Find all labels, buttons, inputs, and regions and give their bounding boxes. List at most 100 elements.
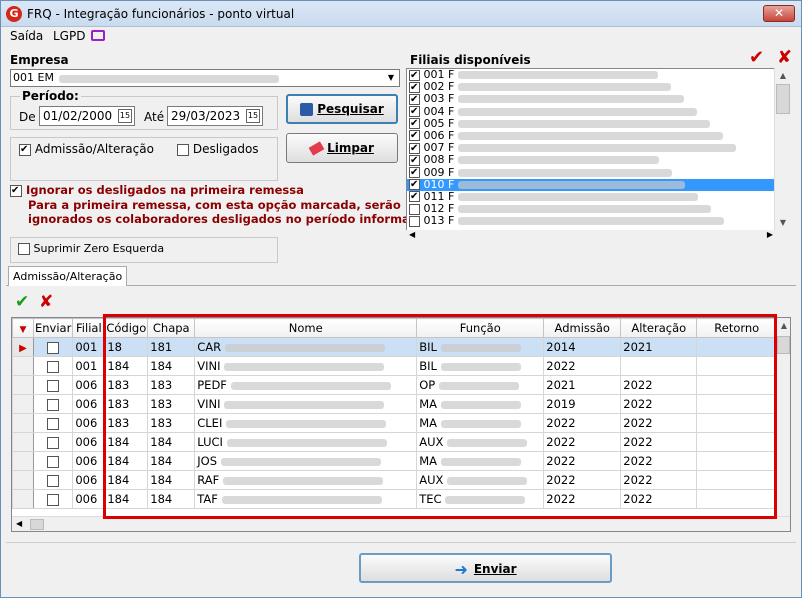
cell-filial[interactable]: 006 <box>72 470 106 490</box>
table-row[interactable]: 006 183 183 CLEI MA 2022 2022 <box>12 413 778 433</box>
scroll-up-icon[interactable]: ▲ <box>775 68 791 84</box>
table-row[interactable]: 006 183 183 VINI MA 2019 2022 <box>12 394 778 414</box>
cell-funcao[interactable]: BIL <box>416 356 545 376</box>
cell-nome[interactable]: LUCI <box>194 432 418 452</box>
check-all-icon[interactable]: ✔ <box>749 47 764 68</box>
cell-nome[interactable]: PEDF <box>194 375 418 395</box>
checkbox-unchecked[interactable] <box>177 143 189 156</box>
cell-nome[interactable]: CAR <box>194 337 418 357</box>
filial-list-item[interactable]: 004 F <box>407 105 775 118</box>
close-button[interactable]: ✕ <box>763 5 795 22</box>
cell-alteracao[interactable]: 2022 <box>620 394 698 414</box>
cell-retorno[interactable] <box>696 375 778 395</box>
filial-list-item[interactable]: 011 F <box>407 190 775 203</box>
filiais-list[interactable]: 001 F 002 F 003 F 004 F 005 F 006 F 007 … <box>406 68 776 231</box>
table-row[interactable]: 006 184 184 JOS MA 2022 2022 <box>12 451 778 471</box>
cell-nome[interactable]: VINI <box>194 356 418 376</box>
cell-codigo[interactable]: 183 <box>104 375 149 395</box>
cell-filial[interactable]: 006 <box>72 375 106 395</box>
cell-chapa[interactable]: 183 <box>147 375 196 395</box>
scroll-down-icon[interactable]: ▼ <box>775 215 791 231</box>
column-header[interactable]: Função <box>416 318 545 338</box>
desligados-option[interactable]: Desligados <box>177 142 259 156</box>
cell-funcao[interactable]: TEC <box>416 489 545 509</box>
admissao-option[interactable]: Admissão/Alteração <box>19 142 154 156</box>
row-indicator[interactable] <box>12 413 34 433</box>
cell-alteracao[interactable]: 2022 <box>620 489 698 509</box>
cell-filial[interactable]: 006 <box>72 432 106 452</box>
tab-admissao[interactable]: Admissão/Alteração <box>8 266 128 286</box>
cell-funcao[interactable]: MA <box>416 394 545 414</box>
checkbox-checked[interactable] <box>409 93 420 105</box>
cell-admissao[interactable]: 2022 <box>543 451 622 471</box>
enviar-cell[interactable] <box>32 413 74 433</box>
row-indicator[interactable] <box>12 375 34 395</box>
column-header[interactable]: Chapa <box>147 318 196 338</box>
column-header[interactable]: Alteração <box>620 318 698 338</box>
cell-alteracao[interactable]: 2022 <box>620 375 698 395</box>
filiais-scrollbar[interactable]: ▲ ▼ <box>774 68 791 231</box>
cell-retorno[interactable] <box>696 432 778 452</box>
cell-retorno[interactable] <box>696 451 778 471</box>
cell-chapa[interactable]: 183 <box>147 413 196 433</box>
checkbox-unchecked[interactable] <box>18 243 30 255</box>
cell-alteracao[interactable] <box>620 356 698 376</box>
filial-list-item[interactable]: 005 F <box>407 117 775 130</box>
chevron-down-icon[interactable]: ▼ <box>384 71 398 85</box>
cell-retorno[interactable] <box>696 356 778 376</box>
limpar-button[interactable]: Limpar <box>286 133 398 163</box>
monitor-icon[interactable] <box>91 30 105 41</box>
enviar-cell[interactable] <box>32 470 74 490</box>
column-header[interactable]: Enviar <box>32 318 74 338</box>
cell-codigo[interactable]: 183 <box>104 413 149 433</box>
table-row[interactable]: 001 184 184 VINI BIL 2022 <box>12 356 778 376</box>
checkbox-checked[interactable] <box>409 130 420 142</box>
date-to-input[interactable]: 29/03/2023 15 <box>167 106 263 126</box>
cell-codigo[interactable]: 184 <box>104 470 149 490</box>
checkbox-unchecked[interactable] <box>47 398 60 411</box>
cell-admissao[interactable]: 2021 <box>543 375 622 395</box>
scroll-thumb[interactable] <box>777 336 790 354</box>
cell-filial[interactable]: 006 <box>72 394 106 414</box>
checkbox-checked[interactable] <box>409 106 420 118</box>
cell-alteracao[interactable]: 2022 <box>620 451 698 471</box>
confirm-icon[interactable]: ✔ <box>15 292 29 312</box>
cell-filial[interactable]: 001 <box>72 356 106 376</box>
cell-chapa[interactable]: 183 <box>147 394 196 414</box>
row-indicator[interactable] <box>12 489 34 509</box>
cell-nome[interactable]: JOS <box>194 451 418 471</box>
enviar-cell[interactable] <box>32 356 74 376</box>
checkbox-checked[interactable] <box>409 69 420 81</box>
cell-admissao[interactable]: 2022 <box>543 470 622 490</box>
filial-list-item[interactable]: 013 F <box>407 215 775 227</box>
row-indicator[interactable] <box>12 432 34 452</box>
cell-chapa[interactable]: 181 <box>147 337 196 357</box>
cell-codigo[interactable]: 184 <box>104 489 149 509</box>
cell-chapa[interactable]: 184 <box>147 432 196 452</box>
cell-chapa[interactable]: 184 <box>147 451 196 471</box>
cell-retorno[interactable] <box>696 489 778 509</box>
suprimir-option[interactable]: Suprimir Zero Esquerda <box>18 242 164 255</box>
scroll-up-icon[interactable]: ▲ <box>776 318 790 334</box>
filial-list-item[interactable]: 006 F <box>407 129 775 142</box>
cell-admissao[interactable]: 2022 <box>543 489 622 509</box>
checkbox-unchecked[interactable] <box>409 203 420 215</box>
menu-saida[interactable]: Saída <box>10 29 43 43</box>
cell-codigo[interactable]: 183 <box>104 394 149 414</box>
checkbox-checked[interactable] <box>409 167 420 178</box>
enviar-cell[interactable] <box>32 432 74 452</box>
table-row[interactable]: 006 184 184 LUCI AUX 2022 2022 <box>12 432 778 452</box>
filial-list-item[interactable]: 010 F <box>407 178 775 191</box>
checkbox-checked[interactable] <box>409 179 420 191</box>
cell-retorno[interactable] <box>696 337 778 357</box>
cell-funcao[interactable]: AUX <box>416 470 545 490</box>
scroll-thumb[interactable] <box>30 519 44 530</box>
enviar-cell[interactable] <box>32 337 74 357</box>
table-row[interactable]: ▶ 001 18 181 CAR BIL 2014 2021 <box>12 337 778 357</box>
checkbox-unchecked[interactable] <box>47 360 60 373</box>
menu-lgpd[interactable]: LGPD <box>53 29 85 43</box>
enviar-button[interactable]: ➜ Enviar <box>359 553 612 583</box>
cell-admissao[interactable]: 2022 <box>543 356 622 376</box>
row-indicator[interactable]: ▶ <box>12 337 34 357</box>
cell-nome[interactable]: TAF <box>194 489 418 509</box>
